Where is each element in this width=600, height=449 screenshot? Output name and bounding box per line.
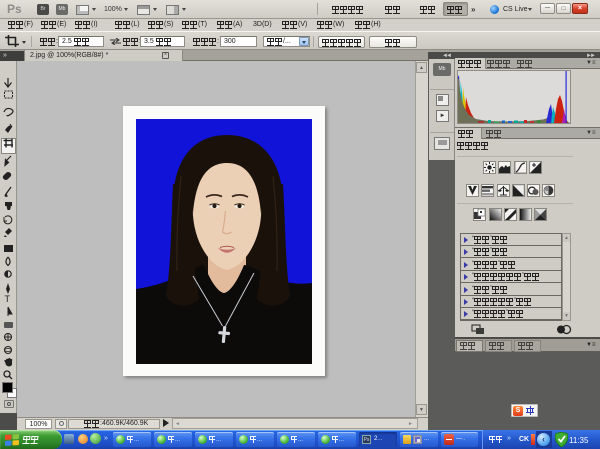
svg-text:T: T [5, 294, 11, 304]
